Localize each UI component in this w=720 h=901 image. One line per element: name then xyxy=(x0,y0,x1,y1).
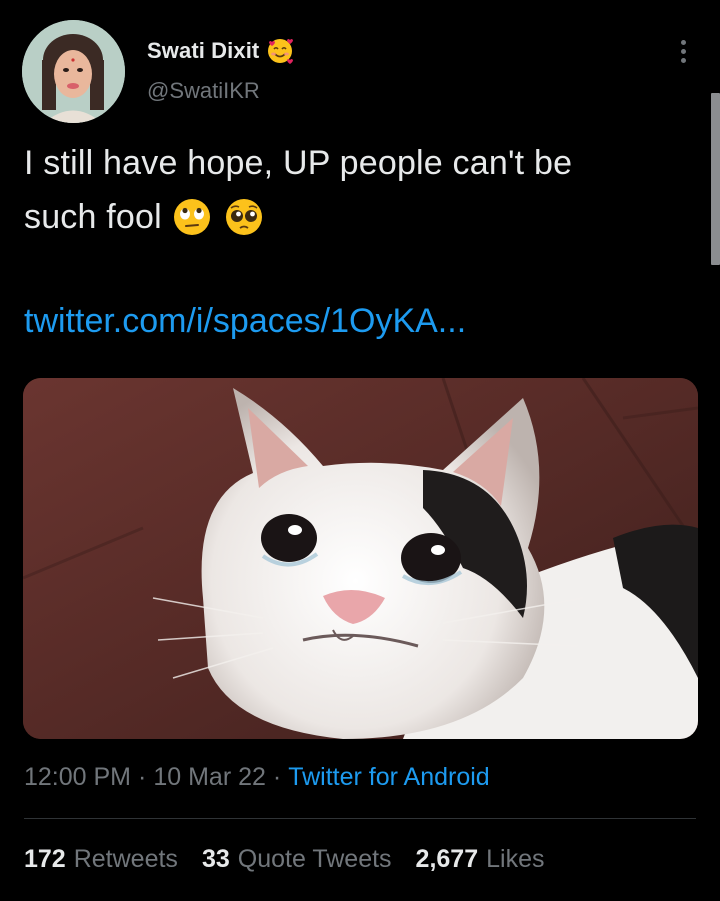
likes-count: 2,677 xyxy=(415,845,479,873)
quote-tweets-label: Quote Tweets xyxy=(237,845,392,873)
more-dot xyxy=(680,39,686,45)
retweets-label: Retweets xyxy=(73,845,178,873)
tweet-text-line2: such fool xyxy=(24,198,162,236)
tweet-text: I still have hope, UP people can't be su… xyxy=(24,136,694,244)
pleading-face-icon xyxy=(222,195,266,239)
meta-separator: · xyxy=(272,763,282,791)
retweets-count: 172 xyxy=(24,845,66,873)
divider xyxy=(24,818,696,819)
more-dot xyxy=(680,57,686,63)
likes-stat[interactable]: 2,677 Likes xyxy=(416,845,545,874)
tweet-time[interactable]: 12:00 PM xyxy=(24,763,131,792)
more-options-icon[interactable] xyxy=(668,34,698,68)
scrollbar[interactable] xyxy=(711,93,720,265)
tweet-meta: 12:00 PM · 10 Mar 22 · Twitter for Andro… xyxy=(24,763,490,792)
tweet-media-image[interactable] xyxy=(23,378,698,739)
avatar[interactable] xyxy=(22,20,125,123)
crying-cat-image xyxy=(23,378,698,739)
tweet-text-line2-row: such fool xyxy=(24,190,694,244)
tweet-date[interactable]: 10 Mar 22 xyxy=(153,763,266,792)
tweet-stats: 172 Retweets 33 Quote Tweets 2,677 Likes xyxy=(24,845,568,874)
meta-separator: · xyxy=(138,763,147,791)
tweet-link[interactable]: twitter.com/i/spaces/1OyKA... xyxy=(24,294,466,348)
author-handle[interactable]: @SwatiIKR xyxy=(147,78,260,104)
retweets-stat[interactable]: 172 Retweets xyxy=(24,845,178,874)
quote-tweets-count: 33 xyxy=(201,845,230,873)
face-with-rolling-eyes-icon xyxy=(170,195,214,239)
more-dot xyxy=(680,48,686,54)
author-name-row[interactable]: Swati Dixit xyxy=(147,36,295,66)
tweet-detail: Swati Dixit @SwatiIKR I still have hope,… xyxy=(0,0,720,901)
tweet-text-line1: I still have hope, UP people can't be xyxy=(24,144,573,182)
avatar-image xyxy=(22,20,125,123)
likes-label: Likes xyxy=(486,845,545,873)
smiling-face-with-hearts-icon xyxy=(265,36,295,66)
tweet-source-link[interactable]: Twitter for Android xyxy=(288,763,489,792)
author-name[interactable]: Swati Dixit xyxy=(147,38,259,64)
quote-tweets-stat[interactable]: 33 Quote Tweets xyxy=(202,845,392,874)
